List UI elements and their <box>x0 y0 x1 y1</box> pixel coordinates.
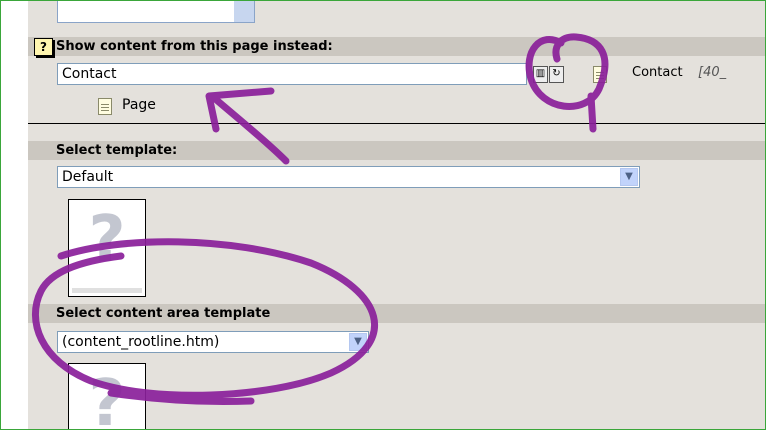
chevron-down-icon[interactable] <box>234 1 254 22</box>
browse-icon[interactable]: ↻ <box>549 66 564 83</box>
template-label: Select template: <box>56 143 178 158</box>
page-type-icon <box>98 98 112 115</box>
show-content-header: ? Show content from this page instead: <box>28 37 765 56</box>
form-panel: ? Show content from this page instead: C… <box>28 1 765 430</box>
content-area-header: Select content area template <box>28 304 765 323</box>
linked-page-id: [40_ <box>698 65 727 80</box>
placeholder-question-icon: ? <box>88 367 126 430</box>
question-icon[interactable]: ? <box>34 38 53 56</box>
chevron-down-icon[interactable]: ▼ <box>349 333 367 351</box>
top-select-stub[interactable] <box>57 1 255 23</box>
page-icon <box>593 66 607 83</box>
chevron-down-icon[interactable]: ▼ <box>620 168 638 186</box>
show-content-input[interactable]: Contact <box>57 63 527 85</box>
content-area-thumbnail: ? <box>68 363 146 430</box>
content-area-selected-value: (content_rootline.htm) <box>62 334 220 350</box>
show-content-label: Show content from this page instead: <box>56 39 333 54</box>
show-content-value: Contact <box>62 66 117 82</box>
template-selected-value: Default <box>62 169 114 185</box>
thumbnail-bar <box>72 288 142 293</box>
window-frame: ? Show content from this page instead: C… <box>0 0 766 430</box>
section-divider <box>28 123 765 124</box>
content-area-select[interactable]: (content_rootline.htm) ▼ <box>57 331 369 353</box>
placeholder-question-icon: ? <box>88 203 126 277</box>
linked-page-title[interactable]: Contact <box>632 65 683 80</box>
page-type-label: Page <box>122 97 156 113</box>
template-select[interactable]: Default ▼ <box>57 166 640 188</box>
trash-icon[interactable]: ▥ <box>533 66 548 83</box>
template-header: Select template: <box>28 141 765 160</box>
content-area-label: Select content area template <box>56 306 271 321</box>
template-thumbnail: ? <box>68 199 146 297</box>
